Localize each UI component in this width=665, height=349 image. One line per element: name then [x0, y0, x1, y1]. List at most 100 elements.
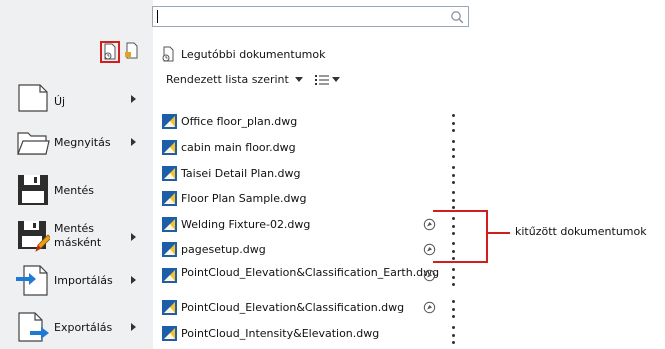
import-icon	[16, 265, 48, 296]
document-name: PointCloud_Elevation&Classification_Eart…	[181, 266, 440, 279]
document-name: Taisei Detail Plan.dwg	[181, 167, 301, 180]
dwg-file-icon	[162, 140, 177, 155]
dot	[451, 341, 455, 344]
dwg-file-icon	[162, 217, 177, 232]
dwg-file-icon	[162, 191, 177, 206]
dot	[451, 166, 455, 169]
document-name: pagesetup.dwg	[181, 243, 266, 256]
pinned-documents-bracket	[433, 210, 488, 263]
more-options-button[interactable]	[448, 166, 458, 184]
save-as-menu-item[interactable]: Mentés másként	[0, 214, 150, 258]
search-icon[interactable]	[450, 10, 464, 24]
recent-documents-button[interactable]	[100, 41, 120, 63]
save-as-icon	[18, 221, 50, 252]
dot	[451, 147, 455, 151]
open-documents-button[interactable]	[124, 41, 144, 63]
search-input[interactable]	[153, 7, 468, 26]
dot	[451, 173, 455, 177]
submenu-arrow-icon	[131, 95, 136, 103]
text-cursor	[157, 10, 158, 23]
document-row[interactable]: Floor Plan Sample.dwg	[158, 187, 468, 211]
dwg-file-icon	[162, 268, 177, 283]
dwg-file-icon	[162, 166, 177, 181]
dot	[451, 315, 455, 318]
dot	[451, 307, 455, 311]
more-options-button[interactable]	[448, 191, 458, 209]
save-icon	[18, 175, 48, 205]
submenu-arrow-icon	[131, 276, 136, 284]
pin-icon[interactable]	[423, 269, 436, 282]
more-options-button[interactable]	[448, 326, 458, 344]
new-label: Új	[54, 95, 66, 108]
open-documents-icon	[125, 42, 138, 59]
export-icon	[18, 312, 49, 342]
document-name: cabin main floor.dwg	[181, 141, 296, 154]
recent-documents-icon	[104, 43, 116, 60]
dot	[451, 326, 455, 329]
document-name: Welding Fixture-02.dwg	[181, 218, 311, 231]
recent-documents-icon	[162, 46, 174, 62]
dwg-file-icon	[162, 242, 177, 257]
pin-icon[interactable]	[423, 301, 436, 314]
save-menu-item[interactable]: Mentés	[0, 168, 150, 212]
sort-row: Rendezett lista szerint	[166, 73, 340, 86]
import-label: Importálás	[54, 274, 113, 287]
sort-label: Rendezett lista szerint	[166, 73, 289, 86]
dot	[451, 140, 455, 143]
document-row[interactable]: Office floor_plan.dwg	[158, 110, 468, 134]
open-label: Megnyitás	[54, 136, 111, 149]
submenu-arrow-icon	[131, 138, 136, 146]
dot	[451, 191, 455, 194]
export-menu-item[interactable]: Exportálás	[0, 306, 150, 349]
document-name: Office floor_plan.dwg	[181, 115, 298, 128]
document-row[interactable]: PointCloud_Intensity&Elevation.dwg	[158, 322, 468, 346]
dot	[451, 268, 455, 271]
dwg-file-icon	[162, 114, 177, 129]
more-options-button[interactable]	[448, 114, 458, 132]
new-document-icon	[18, 84, 48, 112]
dwg-file-icon	[162, 326, 177, 341]
list-view-icon	[314, 74, 329, 85]
document-row[interactable]: PointCloud_Elevation&Classification_Eart…	[158, 264, 468, 288]
more-options-button[interactable]	[448, 140, 458, 158]
document-row[interactable]: Welding Fixture-02.dwg	[158, 213, 468, 237]
dot	[451, 129, 455, 132]
recent-documents-title: Legutóbbi dokumentumok	[181, 47, 326, 61]
document-name: PointCloud_Intensity&Elevation.dwg	[181, 327, 380, 340]
save-label: Mentés	[54, 184, 95, 197]
new-menu-item[interactable]: Új	[0, 76, 150, 120]
dot	[451, 121, 455, 125]
document-row[interactable]: cabin main floor.dwg	[158, 136, 468, 160]
view-mode-dropdown[interactable]	[314, 74, 340, 86]
more-options-button[interactable]	[448, 300, 458, 318]
import-menu-item[interactable]: Importálás	[0, 258, 150, 302]
submenu-arrow-icon	[131, 233, 136, 241]
document-row[interactable]: Taisei Detail Plan.dwg	[158, 162, 468, 186]
dot	[451, 155, 455, 158]
sort-dropdown[interactable]: Rendezett lista szerint	[166, 73, 303, 86]
annotation-leader-line	[488, 232, 510, 234]
dot	[451, 300, 455, 303]
dot	[451, 114, 455, 117]
recent-documents-header: Legutóbbi dokumentumok	[160, 46, 326, 62]
dot	[451, 181, 455, 184]
folder-open-icon	[17, 132, 50, 155]
document-name: PointCloud_Elevation&Classification.dwg	[181, 301, 405, 314]
pinned-documents-annotation: kitűzött dokumentumok	[515, 225, 647, 238]
dot	[451, 333, 455, 337]
search-box[interactable]	[152, 6, 469, 27]
dot	[451, 283, 455, 286]
dot	[451, 275, 455, 279]
chevron-down-icon	[331, 77, 340, 82]
document-row[interactable]: pagesetup.dwg	[158, 238, 468, 262]
export-label: Exportálás	[54, 321, 113, 334]
submenu-arrow-icon	[131, 323, 136, 331]
document-row[interactable]: PointCloud_Elevation&Classification.dwg	[158, 296, 468, 320]
dot	[451, 206, 455, 209]
open-menu-item[interactable]: Megnyitás	[0, 120, 150, 164]
chevron-down-icon	[294, 77, 303, 82]
dwg-file-icon	[162, 300, 177, 315]
document-name: Floor Plan Sample.dwg	[181, 192, 307, 205]
save-as-label: Mentés másként	[54, 222, 102, 249]
more-options-button[interactable]	[448, 268, 458, 286]
